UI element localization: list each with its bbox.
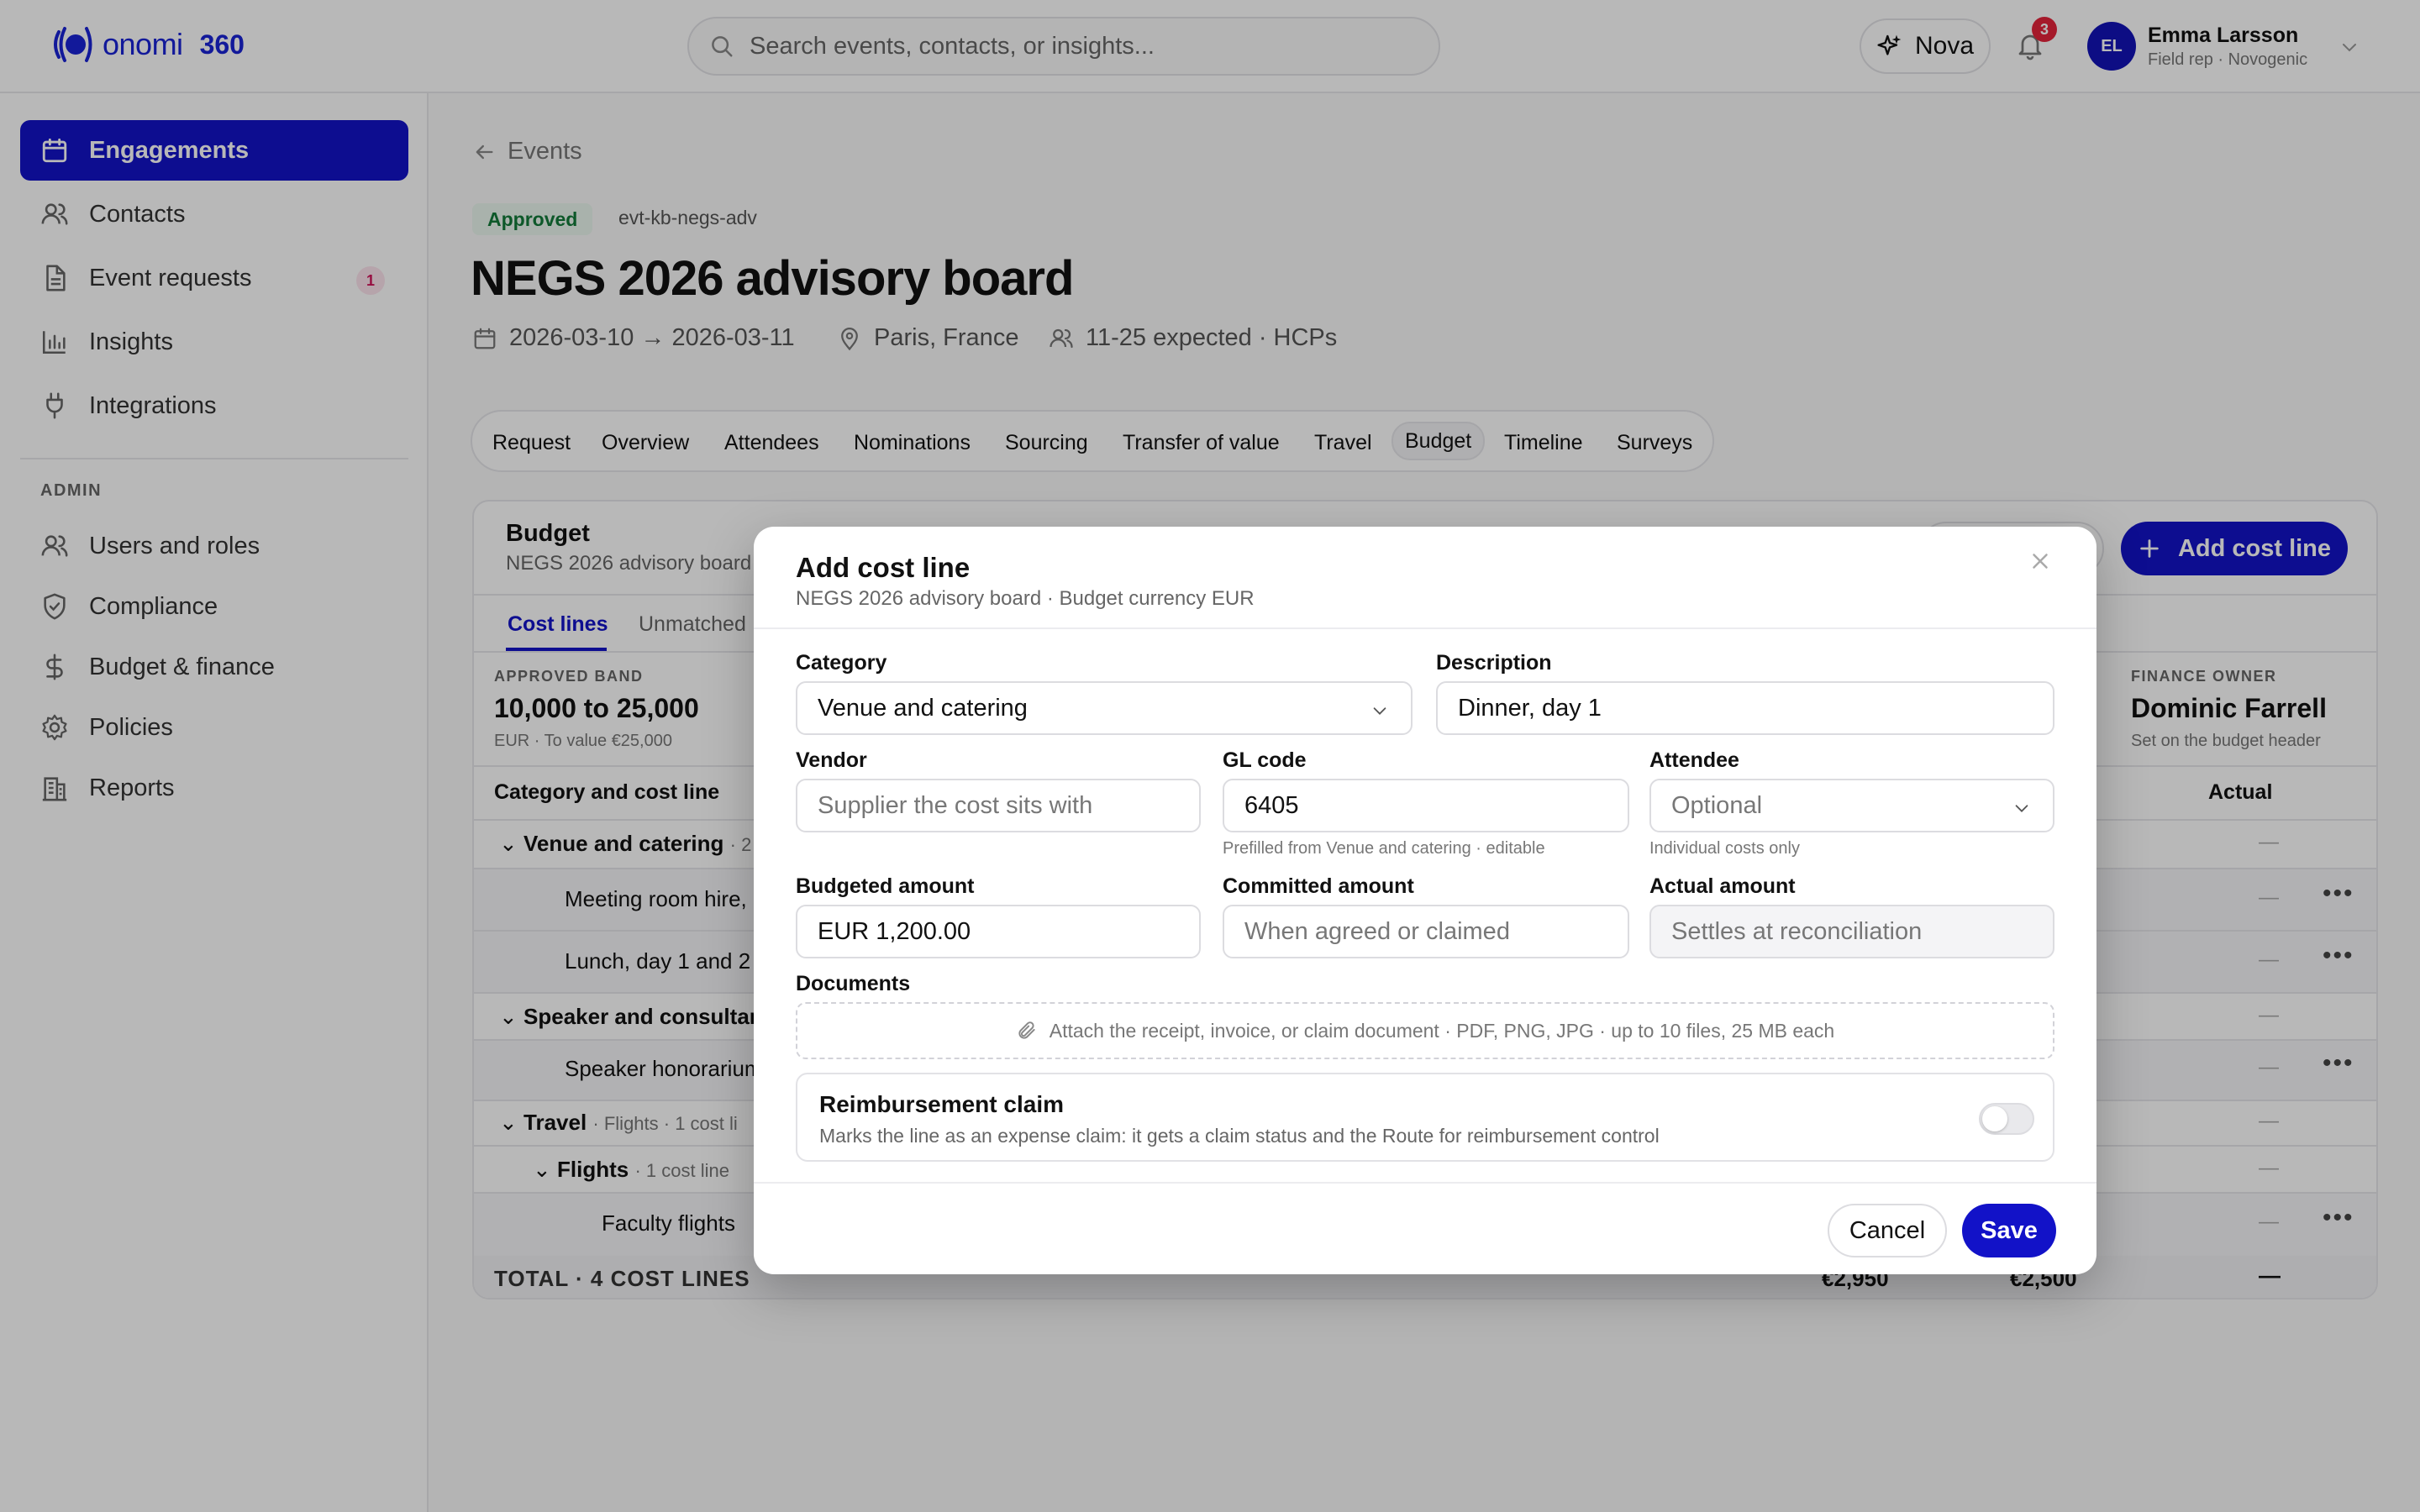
category-label: Category	[796, 651, 887, 675]
category-select[interactable]: Venue and catering	[796, 681, 1413, 735]
attendee-select[interactable]: Optional	[1649, 779, 2054, 832]
reimbursement-toggle[interactable]	[1979, 1103, 2034, 1135]
description-label: Description	[1436, 651, 1552, 675]
gl-code-value: 6405	[1244, 791, 1299, 819]
committed-amount-input[interactable]: When agreed or claimed	[1223, 905, 1629, 958]
attendee-label: Attendee	[1649, 748, 1739, 772]
dialog-subtitle: NEGS 2026 advisory board · Budget curren…	[796, 587, 1255, 610]
budgeted-amount-value: EUR 1,200.00	[818, 917, 971, 945]
chevron-down-icon	[2015, 805, 2028, 812]
attendee-hint: Individual costs only	[1649, 839, 1800, 858]
documents-dropzone[interactable]: Attach the receipt, invoice, or claim do…	[796, 1002, 2054, 1059]
gl-code-input[interactable]: 6405	[1223, 779, 1629, 832]
dialog-divider	[754, 627, 2096, 629]
documents-label: Documents	[796, 972, 911, 995]
vendor-input[interactable]: Supplier the cost sits with	[796, 779, 1201, 832]
save-button[interactable]: Save	[1962, 1204, 2056, 1257]
dropzone-text: Attach the receipt, invoice, or claim do…	[1049, 1019, 1835, 1042]
gl-code-hint: Prefilled from Venue and catering · edit…	[1223, 839, 1545, 858]
add-cost-line-dialog: Add cost line NEGS 2026 advisory board ·…	[754, 527, 2096, 1274]
budgeted-amount-label: Budgeted amount	[796, 874, 975, 898]
committed-amount-placeholder: When agreed or claimed	[1244, 917, 1510, 945]
actual-amount-input: Settles at reconciliation	[1649, 905, 2054, 958]
close-icon[interactable]	[2028, 549, 2053, 574]
actual-amount-label: Actual amount	[1649, 874, 1796, 898]
paperclip-icon	[1018, 1021, 1035, 1039]
attendee-placeholder: Optional	[1671, 791, 1763, 819]
actual-amount-placeholder: Settles at reconciliation	[1671, 917, 1923, 945]
category-value: Venue and catering	[818, 694, 1028, 722]
budgeted-amount-input[interactable]: EUR 1,200.00	[796, 905, 1201, 958]
reimbursement-title: Reimbursement claim	[819, 1091, 1064, 1117]
dialog-title: Add cost line	[796, 552, 971, 583]
reimbursement-description: Marks the line as an expense claim: it g…	[819, 1125, 1660, 1147]
vendor-label: Vendor	[796, 748, 867, 772]
vendor-placeholder: Supplier the cost sits with	[818, 791, 1093, 819]
dialog-footer-divider	[754, 1182, 2096, 1184]
description-value: Dinner, day 1	[1458, 694, 1602, 722]
toggle-knob	[1982, 1106, 2007, 1131]
chevron-down-icon	[1373, 707, 1386, 715]
description-input[interactable]: Dinner, day 1	[1436, 681, 2054, 735]
reimbursement-claim-card: Reimbursement claim Marks the line as an…	[796, 1073, 2054, 1162]
cancel-button[interactable]: Cancel	[1828, 1204, 1947, 1257]
committed-amount-label: Committed amount	[1223, 874, 1414, 898]
gl-code-label: GL code	[1223, 748, 1307, 772]
